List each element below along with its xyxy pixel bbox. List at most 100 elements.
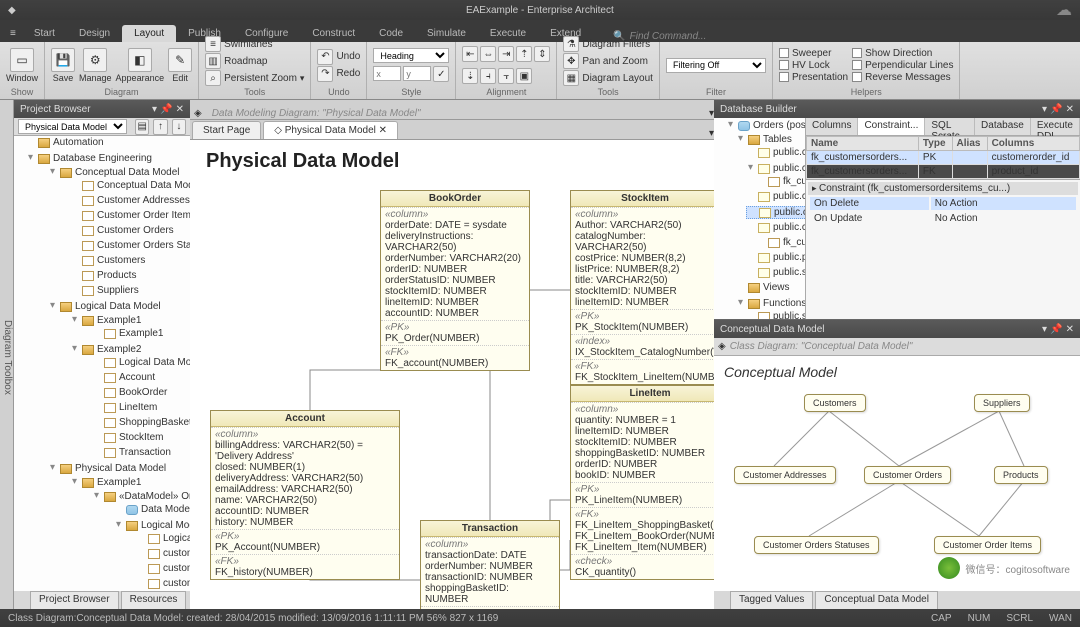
tree-item[interactable]: ▾Functions xyxy=(736,298,806,309)
entity-account[interactable]: Account«column» billingAddress: VARCHAR2… xyxy=(210,410,400,580)
tree-item[interactable]: Customers xyxy=(70,255,145,266)
tree-item[interactable]: customers_orders xyxy=(136,578,190,589)
tab-start[interactable]: Start xyxy=(22,25,67,42)
entity-bookorder[interactable]: BookOrder«column» orderDate: DATE = sysd… xyxy=(380,190,530,371)
tree-item[interactable]: ▾Physical Data Model xyxy=(48,463,166,474)
tree-item[interactable]: customers_addresses xyxy=(136,563,190,574)
perpendicular-check[interactable]: Perpendicular Lines xyxy=(852,60,953,71)
db-tab-database[interactable]: Database ... xyxy=(975,118,1031,135)
concept-box[interactable]: Products xyxy=(994,466,1048,484)
manage-button[interactable]: ⚙Manage xyxy=(79,48,112,83)
tree-item[interactable]: Customer Orders Statuses xyxy=(70,240,190,251)
browser-up-icon[interactable]: ↑ xyxy=(153,119,167,135)
edit-button[interactable]: ✎Edit xyxy=(168,48,192,83)
db-tab-ddl[interactable]: Execute DDL xyxy=(1031,118,1080,135)
tab-construct[interactable]: Construct xyxy=(300,25,367,42)
panel-dropdown-icon[interactable]: ▾ xyxy=(1042,324,1047,335)
tab-code[interactable]: Code xyxy=(367,25,415,42)
filter-mode-select[interactable]: Filtering Off xyxy=(666,58,766,73)
tree-item[interactable]: public.send_customer_notification xyxy=(746,311,806,319)
browser-scope-select[interactable]: Physical Data Model xyxy=(18,119,127,134)
pan-zoom-button[interactable]: ✥Pan and Zoom xyxy=(563,53,653,69)
align-right-icon[interactable]: ⇥ xyxy=(498,46,514,62)
same-size-icon[interactable]: ▣ xyxy=(516,68,532,84)
align-bottom-icon[interactable]: ⇣ xyxy=(462,68,478,84)
save-button[interactable]: 💾Save xyxy=(51,48,75,83)
hvlock-check[interactable]: HV Lock xyxy=(779,60,848,71)
tree-item[interactable]: ▾Orders (postgres) xyxy=(726,120,806,131)
style-y-input[interactable] xyxy=(403,66,431,81)
tree-item[interactable]: ▾Example2 xyxy=(70,344,141,355)
reverse-check[interactable]: Reverse Messages xyxy=(852,72,953,83)
tree-item[interactable]: ShoppingBasket xyxy=(92,417,190,428)
align-left-icon[interactable]: ⇤ xyxy=(462,46,478,62)
left-dock-tab[interactable]: Diagram Toolbox xyxy=(0,100,14,609)
tree-item[interactable]: StockItem xyxy=(92,432,163,443)
tree-item[interactable]: ▾«DataModel» Orders xyxy=(92,491,190,502)
tree-item[interactable]: BookOrder xyxy=(92,387,167,398)
tree-item[interactable]: Data Model - PostgreSQL xyxy=(114,504,190,515)
tab-design[interactable]: Design xyxy=(67,25,122,42)
bottom-tab-project-browser[interactable]: Project Browser xyxy=(30,591,119,609)
panel-pin-icon[interactable]: 📌 xyxy=(1050,104,1062,115)
diagram-filters-button[interactable]: ⚗Diagram Filters xyxy=(563,36,653,52)
dist-h-icon[interactable]: ⫞ xyxy=(480,68,496,84)
roadmap-button[interactable]: ▥Roadmap xyxy=(205,53,304,69)
presentation-check[interactable]: Presentation xyxy=(779,72,848,83)
tab-layout[interactable]: Layout xyxy=(122,25,176,42)
app-menu-icon[interactable]: ≡ xyxy=(4,25,22,42)
db-builder-tree[interactable]: ▾Orders (postgres)▾Tablespublic.customer… xyxy=(714,118,806,319)
doc-tab-start[interactable]: Start Page xyxy=(192,121,261,139)
appearance-button[interactable]: ◧Appearance xyxy=(116,48,165,83)
tree-item[interactable]: Transaction xyxy=(92,447,171,458)
tree-item[interactable]: Customer Orders xyxy=(70,225,174,236)
diagram-canvas[interactable]: Physical Data Model BookOrder«column» or… xyxy=(190,140,714,609)
db-tab-columns[interactable]: Columns xyxy=(806,118,858,135)
tree-item[interactable]: Example1 xyxy=(92,328,163,339)
concept-box[interactable]: Customer Orders Statuses xyxy=(754,536,879,554)
tree-item[interactable]: ▾Example1 xyxy=(70,315,141,326)
style-apply-icon[interactable]: ✓ xyxy=(433,66,449,82)
redo-button[interactable]: ↷Redo xyxy=(317,66,360,82)
panel-dropdown-icon[interactable]: ▾ xyxy=(152,104,157,115)
entity-transaction[interactable]: Transaction«column» transactionDate: DAT… xyxy=(420,520,560,609)
panel-dropdown-icon[interactable]: ▾ xyxy=(1042,104,1047,115)
tree-item[interactable]: Products xyxy=(70,270,136,281)
concept-box[interactable]: Customer Order Items xyxy=(934,536,1041,554)
tree-item[interactable]: Account xyxy=(92,372,155,383)
tab-simulate[interactable]: Simulate xyxy=(415,25,478,42)
tree-item[interactable]: public.customers xyxy=(746,147,806,158)
concept-box[interactable]: Customer Addresses xyxy=(734,466,836,484)
tree-item[interactable]: public.customers_orders xyxy=(746,191,806,202)
tree-item[interactable]: Logical Model xyxy=(136,533,190,544)
concept-box[interactable]: Suppliers xyxy=(974,394,1030,412)
diagram-layout-button[interactable]: ▦Diagram Layout xyxy=(563,70,653,86)
persistent-zoom-button[interactable]: ⌕Persistent Zoom ▾ xyxy=(205,70,304,86)
window-button[interactable]: ▭Window xyxy=(6,48,38,83)
tree-item[interactable]: Customer Order Items xyxy=(70,210,190,221)
tree-item[interactable]: Views xyxy=(736,282,790,293)
db-tab-constraints[interactable]: Constraint... xyxy=(858,118,925,135)
browser-down-icon[interactable]: ↓ xyxy=(172,119,186,135)
tree-item[interactable]: ▾Example1 xyxy=(70,477,141,488)
show-direction-check[interactable]: Show Direction xyxy=(852,48,953,59)
swimlanes-button[interactable]: ≡Swimlanes xyxy=(205,36,304,52)
panel-close-icon[interactable]: ✕ xyxy=(176,104,184,115)
concept-box[interactable]: Customers xyxy=(804,394,866,412)
tree-item[interactable]: ▾Logical Model xyxy=(114,520,190,531)
undo-button[interactable]: ↶Undo xyxy=(317,49,360,65)
tree-item[interactable]: Automation xyxy=(26,137,104,148)
tree-item[interactable]: public.suppliers xyxy=(746,267,806,278)
style-x-input[interactable] xyxy=(373,66,401,81)
tree-item[interactable]: public.products xyxy=(746,252,806,263)
tree-item[interactable]: Customer Addresses xyxy=(70,195,190,206)
panel-close-icon[interactable]: ✕ xyxy=(1066,324,1074,335)
browser-new-icon[interactable]: ▤ xyxy=(135,119,149,135)
align-center-icon[interactable]: ⇔ xyxy=(480,46,496,62)
tree-item[interactable]: LineItem xyxy=(92,402,157,413)
tree-item[interactable]: public.customers_orders_items xyxy=(746,206,806,219)
tree-item[interactable]: public.customers_orders_statuses xyxy=(746,222,806,233)
align-middle-icon[interactable]: ⇕ xyxy=(534,46,550,62)
style-heading-select[interactable]: Heading xyxy=(373,48,449,63)
tree-item[interactable]: Logical Data Model xyxy=(92,357,190,368)
